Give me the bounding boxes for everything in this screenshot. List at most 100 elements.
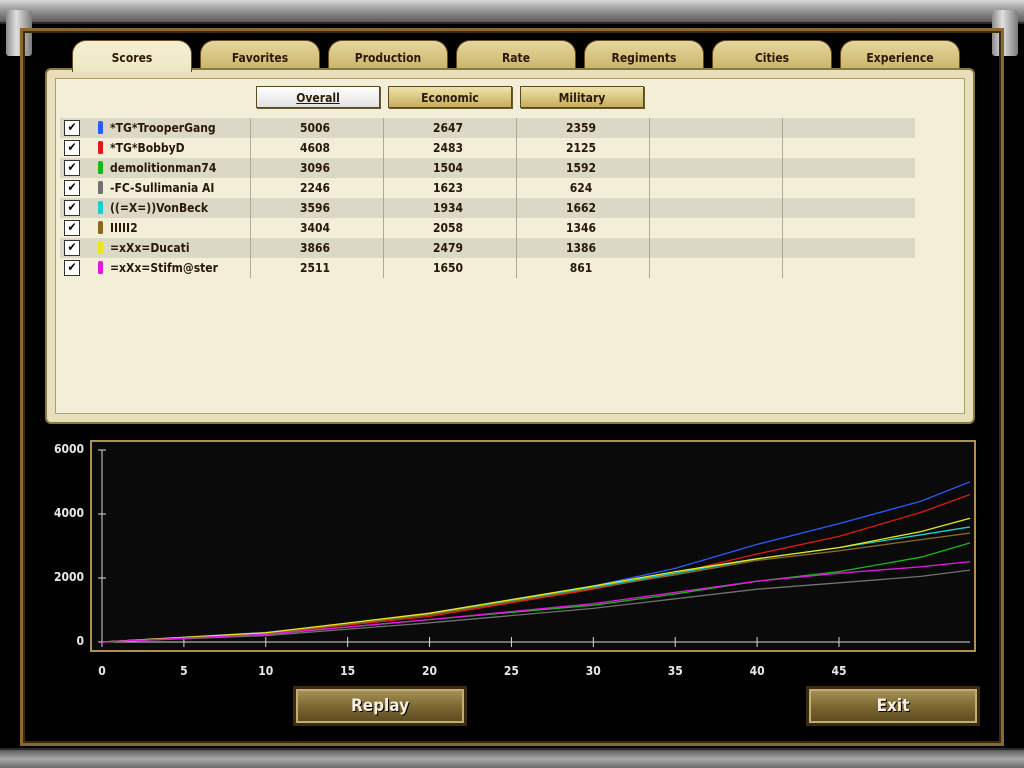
tab-scores[interactable]: Scores — [72, 40, 192, 72]
sort-economic-button[interactable]: Economic — [388, 86, 512, 108]
y-tick-label: 2000 — [53, 570, 84, 584]
player-name: *TG*TrooperGang — [110, 121, 216, 135]
player-row: ✔ demolitionman74 3096 1504 1592 — [60, 158, 915, 178]
player-row: ✔ *TG*TrooperGang 5006 2647 2359 — [60, 118, 915, 138]
score-graph — [90, 440, 976, 652]
economic-score: 2058 — [432, 221, 464, 235]
series-line — [101, 517, 971, 643]
tab-favorites[interactable]: Favorites — [200, 40, 320, 70]
player-visible-checkbox[interactable]: ✔ — [64, 240, 80, 256]
player-color-flag-icon — [98, 261, 103, 274]
player-visible-checkbox[interactable]: ✔ — [64, 160, 80, 176]
y-tick-label: 4000 — [53, 506, 84, 520]
player-name: =xXx=Ducati — [110, 241, 190, 255]
overall-score: 2511 — [299, 261, 331, 275]
tab-experience[interactable]: Experience — [840, 40, 960, 70]
player-color-flag-icon — [98, 181, 103, 194]
tab-rate[interactable]: Rate — [456, 40, 576, 70]
column-divider — [516, 118, 517, 278]
economic-score: 1650 — [432, 261, 464, 275]
player-name: -FC-Sullimania AI — [110, 181, 215, 195]
economic-score: 1934 — [432, 201, 464, 215]
economic-score: 2483 — [432, 141, 464, 155]
overall-score: 3096 — [299, 161, 331, 175]
player-row: ✔ =xXx=Ducati 3866 2479 1386 — [60, 238, 915, 258]
x-tick-label: 20 — [422, 664, 438, 678]
top-frame — [0, 0, 1024, 24]
player-color-flag-icon — [98, 141, 103, 154]
y-tick-label: 6000 — [53, 442, 84, 456]
player-name: =xXx=Stifm@ster — [110, 261, 218, 275]
economic-score: 1504 — [432, 161, 464, 175]
x-tick-label: 45 — [831, 664, 847, 678]
sort-military-button[interactable]: Military — [520, 86, 644, 108]
economic-score: 2647 — [432, 121, 464, 135]
series-line — [101, 481, 971, 643]
column-divider — [383, 118, 384, 278]
series-line — [101, 493, 971, 643]
military-score: 1386 — [565, 241, 597, 255]
military-score: 2359 — [565, 121, 597, 135]
series-line — [101, 569, 971, 643]
x-tick-label: 40 — [749, 664, 765, 678]
player-color-flag-icon — [98, 161, 103, 174]
x-tick-label: 15 — [340, 664, 356, 678]
player-row: ✔ IIIII2 3404 2058 1346 — [60, 218, 915, 238]
player-visible-checkbox[interactable]: ✔ — [64, 120, 80, 136]
economic-score: 1623 — [432, 181, 464, 195]
y-tick-label: 0 — [76, 634, 84, 648]
player-row: ✔ *TG*BobbyD 4608 2483 2125 — [60, 138, 915, 158]
score-graph-svg — [98, 449, 971, 647]
overall-score: 5006 — [299, 121, 331, 135]
x-tick-label: 35 — [667, 664, 683, 678]
player-visible-checkbox[interactable]: ✔ — [64, 220, 80, 236]
overall-score: 4608 — [299, 141, 331, 155]
series-line — [101, 526, 971, 643]
player-name: demolitionman74 — [110, 161, 217, 175]
tab-regiments[interactable]: Regiments — [584, 40, 704, 70]
military-score: 1346 — [565, 221, 597, 235]
military-score: 861 — [569, 261, 593, 275]
tab-production[interactable]: Production — [328, 40, 448, 70]
series-line — [101, 542, 971, 643]
player-color-flag-icon — [98, 221, 103, 234]
overall-score: 3866 — [299, 241, 331, 255]
player-row: ✔ -FC-Sullimania AI 2246 1623 624 — [60, 178, 915, 198]
player-color-flag-icon — [98, 241, 103, 254]
economic-score: 2479 — [432, 241, 464, 255]
column-divider — [250, 118, 251, 278]
player-name: ((=X=))VonBeck — [110, 201, 209, 215]
series-line — [101, 532, 971, 643]
player-row: ✔ ((=X=))VonBeck 3596 1934 1662 — [60, 198, 915, 218]
player-visible-checkbox[interactable]: ✔ — [64, 140, 80, 156]
series-line — [101, 561, 971, 643]
player-name: IIIII2 — [110, 221, 138, 235]
x-tick-label: 0 — [98, 664, 106, 678]
tab-bar: Scores Favorites Production Rate Regimen… — [72, 40, 972, 72]
column-divider — [649, 118, 650, 278]
x-tick-label: 30 — [585, 664, 601, 678]
tab-cities[interactable]: Cities — [712, 40, 832, 70]
overall-score: 2246 — [299, 181, 331, 195]
column-divider — [782, 118, 783, 278]
sort-overall-button[interactable]: Overall — [256, 86, 380, 108]
player-visible-checkbox[interactable]: ✔ — [64, 180, 80, 196]
bottom-frame — [0, 748, 1024, 768]
player-visible-checkbox[interactable]: ✔ — [64, 260, 80, 276]
overall-score: 3404 — [299, 221, 331, 235]
x-tick-label: 10 — [258, 664, 274, 678]
military-score: 1592 — [565, 161, 597, 175]
player-name: *TG*BobbyD — [110, 141, 185, 155]
player-visible-checkbox[interactable]: ✔ — [64, 200, 80, 216]
player-color-flag-icon — [98, 121, 103, 134]
player-row: ✔ =xXx=Stifm@ster 2511 1650 861 — [60, 258, 915, 278]
player-color-flag-icon — [98, 201, 103, 214]
military-score: 2125 — [565, 141, 597, 155]
x-tick-label: 25 — [503, 664, 519, 678]
military-score: 1662 — [565, 201, 597, 215]
military-score: 624 — [569, 181, 593, 195]
overall-score: 3596 — [299, 201, 331, 215]
x-tick-label: 5 — [180, 664, 188, 678]
replay-button[interactable]: Replay — [293, 686, 467, 726]
exit-button[interactable]: Exit — [806, 686, 980, 726]
